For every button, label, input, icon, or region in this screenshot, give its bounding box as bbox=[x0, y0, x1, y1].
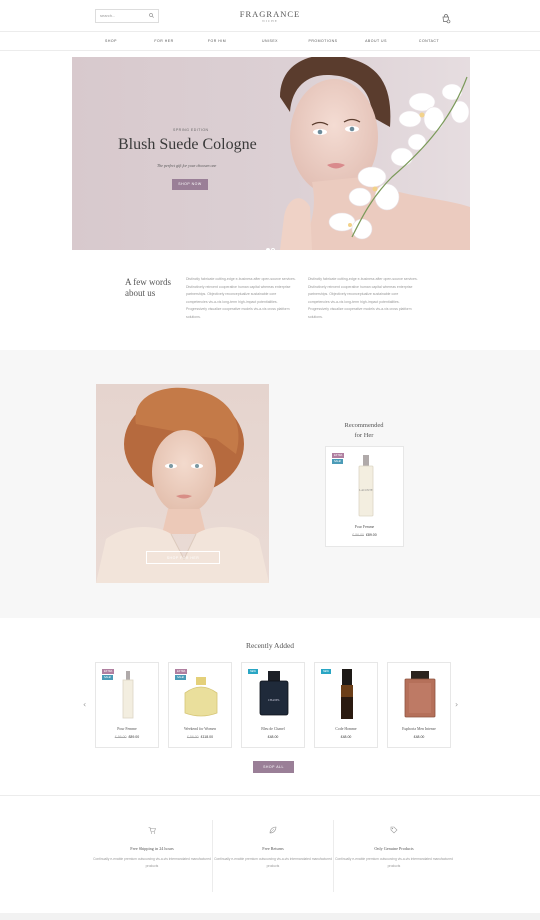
product-price: £ 56.00 £118.00 bbox=[169, 735, 231, 739]
badge-sale: SALE! bbox=[332, 459, 344, 464]
hero-subtitle: The perfect gift for your choosen one bbox=[157, 163, 217, 168]
nav-shop[interactable]: SHOP bbox=[85, 39, 138, 43]
feature-text: Continually e-enable premium outsourcing… bbox=[214, 857, 332, 868]
recently-added-title: Recently Added bbox=[245, 641, 295, 650]
recommended-model-image: SHOP FOR HER bbox=[96, 384, 269, 583]
nav-unisex[interactable]: UNISEX bbox=[244, 39, 297, 43]
slider-dots bbox=[266, 239, 276, 257]
product-name[interactable]: Bleu de Chanel bbox=[242, 727, 304, 731]
recommended-product-card[interactable]: EXTRA SALE! LACOSTE Pour Femme £ 56.00 £8… bbox=[325, 446, 404, 547]
product-image-bleu-de-chanel[interactable]: CHANEL bbox=[257, 671, 291, 717]
current-price: £89.00 bbox=[128, 735, 140, 739]
cart-icon bbox=[148, 827, 156, 834]
svg-text:CHANEL: CHANEL bbox=[268, 698, 280, 702]
feature-title: Free Shipping in 24 hours bbox=[130, 846, 174, 851]
product-price: £48.00 bbox=[388, 735, 450, 739]
recommended-title: Recommended for Her bbox=[330, 421, 398, 441]
old-price: £ 56.00 bbox=[114, 735, 127, 739]
about-heading: A few words about us bbox=[125, 277, 185, 299]
leaf-icon bbox=[269, 826, 277, 834]
shop-for-her-button[interactable]: SHOP FOR HER bbox=[146, 551, 220, 564]
current-price: £48.00 bbox=[267, 735, 279, 739]
shop-all-button[interactable]: SHOP ALL bbox=[253, 761, 294, 773]
product-name[interactable]: Weekend for Women bbox=[169, 727, 231, 731]
svg-text:LACOSTE: LACOSTE bbox=[359, 488, 373, 492]
product-price: £ 56.00 £89.00 bbox=[96, 735, 158, 739]
about-heading-line1: A few words bbox=[125, 277, 171, 287]
recommended-title-line2: for Her bbox=[354, 432, 374, 439]
cart-icon[interactable] bbox=[441, 11, 451, 24]
nav-for-him[interactable]: FOR HIM bbox=[191, 39, 244, 43]
product-image-weekend[interactable] bbox=[181, 675, 221, 717]
main-nav: SHOP FOR HER FOR HIM UNISEX PROMOTIONS A… bbox=[0, 39, 540, 43]
product-price: £48.00 bbox=[242, 735, 304, 739]
recommended-section bbox=[0, 350, 540, 618]
feature-text: Continually e-enable premium outsourcing… bbox=[335, 857, 453, 868]
about-text-col2: Distinctly fabricate cutting-edge e-busi… bbox=[308, 277, 418, 319]
feature-text: Continually e-enable premium outsourcing… bbox=[93, 857, 211, 868]
badge-sale: SALE! bbox=[102, 675, 114, 680]
product-name[interactable]: Pour Femme bbox=[96, 727, 158, 731]
about-heading-line2: about us bbox=[125, 288, 156, 298]
nav-about-us[interactable]: ABOUT US bbox=[350, 39, 403, 43]
badge-extra: EXTRA bbox=[175, 669, 188, 674]
nav-divider bbox=[0, 50, 540, 51]
badge-new: NEW bbox=[321, 669, 331, 674]
product-name[interactable]: Pour Femme bbox=[326, 525, 403, 529]
product-name[interactable]: Code Homme bbox=[315, 727, 377, 731]
slider-dot-2[interactable] bbox=[271, 248, 275, 252]
hero-shop-now-button[interactable]: SHOP NOW bbox=[172, 179, 208, 190]
feature-title: Only Genuine Products bbox=[374, 846, 414, 851]
product-card[interactable]: Euphoria Men Intense £48.00 bbox=[387, 662, 451, 748]
product-card[interactable]: EXTRA SALE! Pour Femme £ 56.00 £89.00 bbox=[95, 662, 159, 748]
site-logo-subtitle: NICHE bbox=[262, 19, 278, 23]
product-card[interactable]: EXTRA SALE! Weekend for Women £ 56.00 £11… bbox=[168, 662, 232, 748]
carousel-prev-icon[interactable]: ‹ bbox=[83, 700, 86, 709]
product-price: £ 56.00 £89.00 bbox=[326, 533, 403, 537]
current-price: £48.00 bbox=[413, 735, 425, 739]
product-name[interactable]: Euphoria Men Intense bbox=[388, 727, 450, 731]
hero-kicker: SPRING EDITION bbox=[173, 128, 209, 132]
carousel-next-icon[interactable]: › bbox=[455, 700, 458, 709]
current-price: £118.00 bbox=[200, 735, 214, 739]
nav-contact[interactable]: CONTACT bbox=[403, 39, 456, 43]
product-price: £48.00 bbox=[315, 735, 377, 739]
recommended-title-line1: Recommended bbox=[344, 422, 384, 429]
features-divider bbox=[0, 795, 540, 796]
old-price: £ 56.00 bbox=[352, 533, 364, 537]
site-logo[interactable]: FRAGRANCE bbox=[0, 9, 540, 19]
current-price: £89.00 bbox=[365, 533, 377, 537]
product-card[interactable]: NEW CHANEL Bleu de Chanel £48.00 bbox=[241, 662, 305, 748]
nav-promotions[interactable]: PROMOTIONS bbox=[297, 39, 350, 43]
product-image-euphoria[interactable] bbox=[402, 671, 438, 719]
old-price: £ 56.00 bbox=[186, 735, 199, 739]
current-price: £48.00 bbox=[340, 735, 352, 739]
feature-title: Free Returns bbox=[262, 846, 284, 851]
badge-extra: EXTRA bbox=[102, 669, 115, 674]
about-text-col1: Distinctly fabricate cutting-edge e-busi… bbox=[186, 277, 296, 319]
product-image-pour-femme[interactable]: LACOSTE bbox=[356, 455, 376, 517]
footer-strip bbox=[0, 913, 540, 920]
product-card[interactable]: NEW Code Homme £48.00 bbox=[314, 662, 378, 748]
product-image-code-homme[interactable] bbox=[339, 669, 355, 721]
badge-extra: EXTRA bbox=[332, 453, 345, 458]
header-divider bbox=[0, 31, 540, 32]
tag-icon bbox=[390, 826, 398, 834]
slider-dot-1[interactable] bbox=[266, 248, 270, 252]
product-image-pour-femme[interactable] bbox=[121, 671, 135, 719]
hero-title: Blush Suede Cologne bbox=[118, 136, 257, 153]
nav-for-her[interactable]: FOR HER bbox=[138, 39, 191, 43]
